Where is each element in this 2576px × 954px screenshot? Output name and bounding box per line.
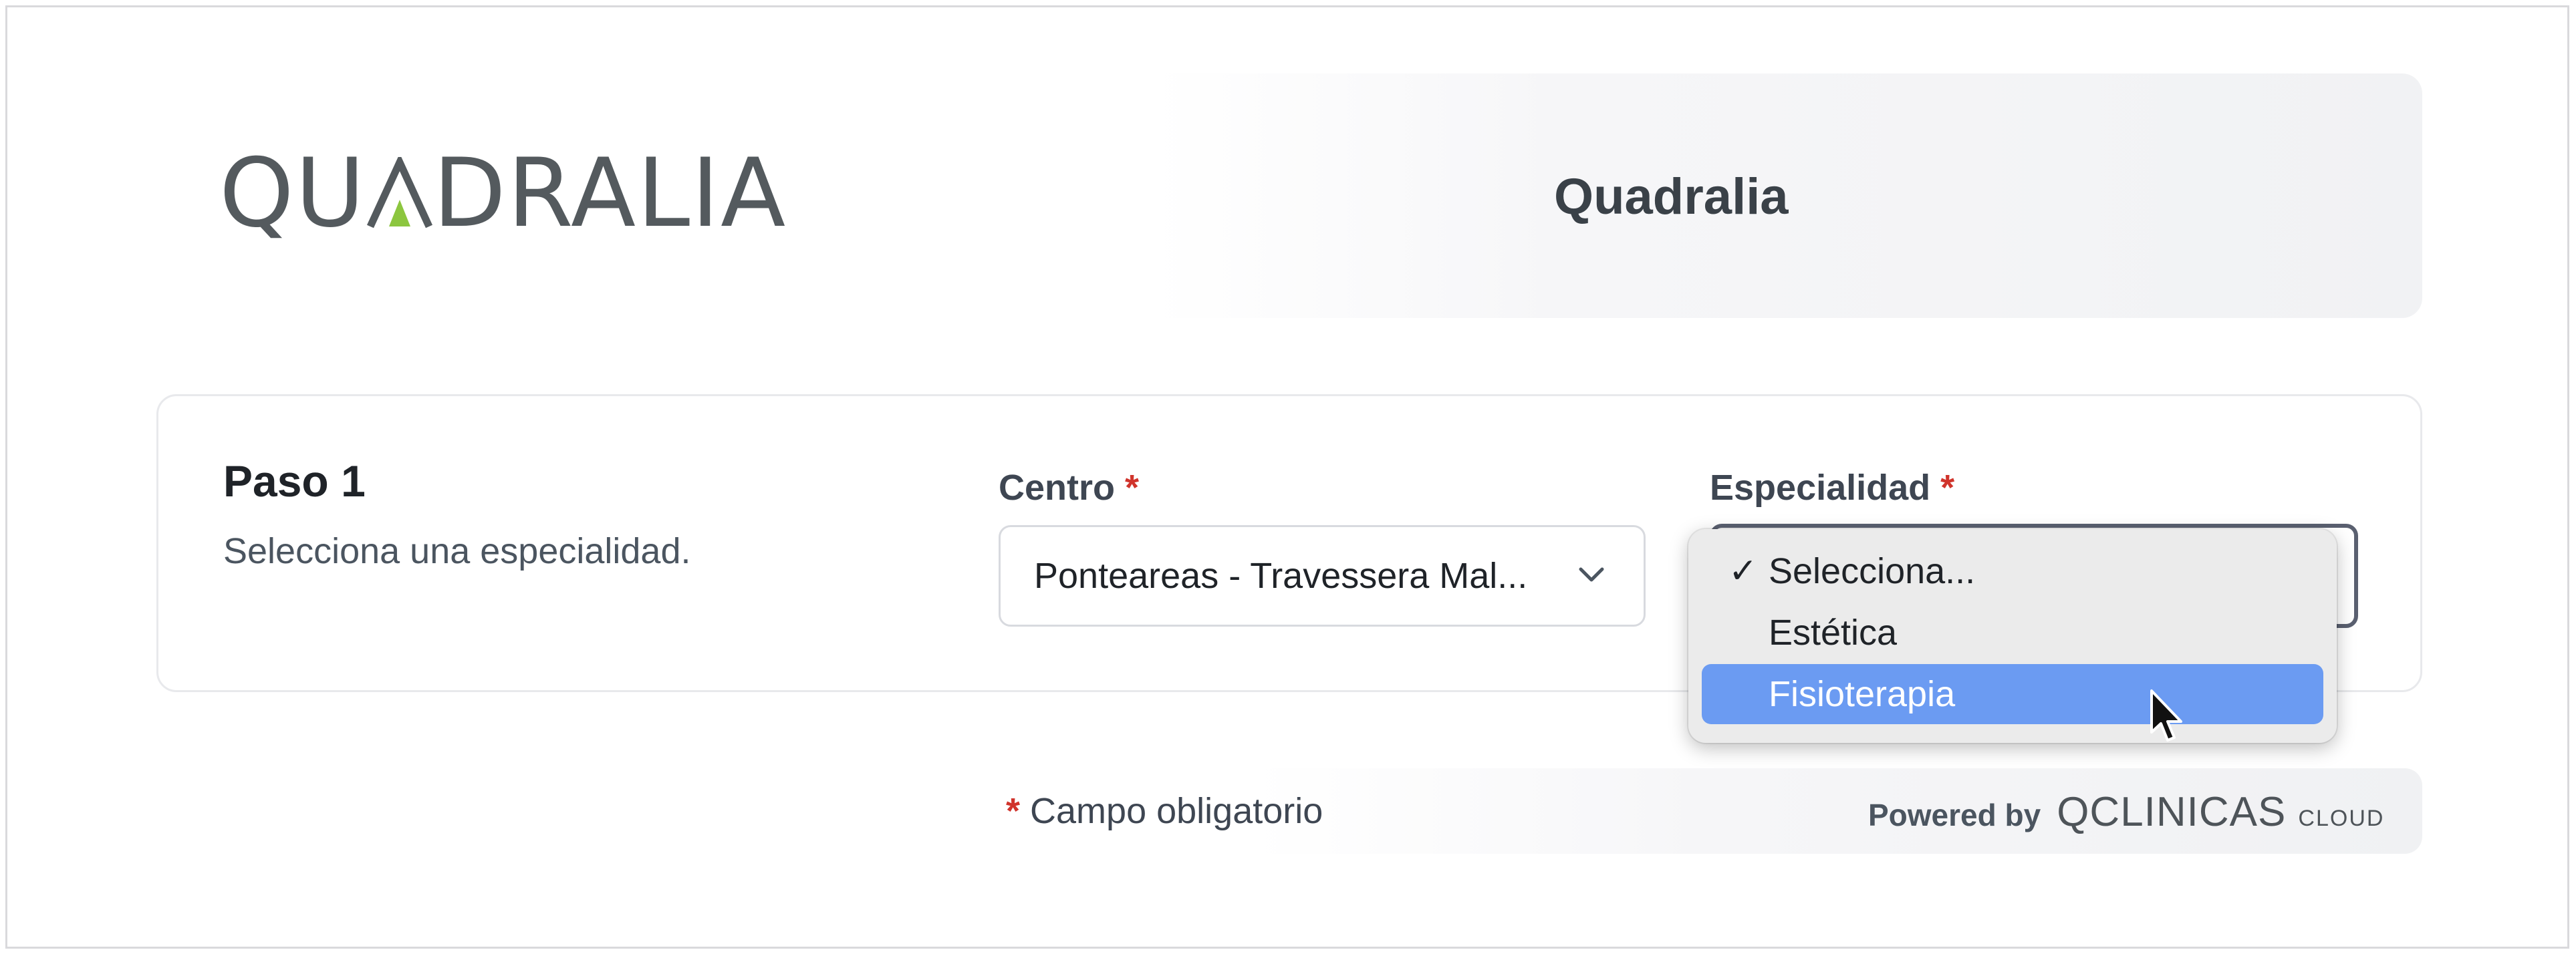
chevron-down-icon [1578, 567, 1605, 587]
mouse-cursor-icon [2149, 688, 2186, 748]
dropdown-option-selecciona[interactable]: ✓ Selecciona... [1702, 541, 2323, 601]
logo-text-end: DRALIA [432, 138, 787, 249]
option-label: Estética [1769, 613, 1898, 653]
centro-select[interactable]: Ponteareas - Travessera Mal... [999, 525, 1646, 627]
logo-a-glyph [366, 157, 433, 230]
required-asterisk: * [1006, 791, 1021, 831]
qclinicas-logo-text: QCLINICAS [2057, 789, 2287, 835]
checkmark-icon: ✓ [1728, 552, 1758, 591]
dropdown-option-fisioterapia[interactable]: Fisioterapia [1702, 664, 2323, 724]
especialidad-label-text: Especialidad [1710, 468, 1931, 508]
required-field-note: * Campo obligatorio [1006, 788, 1323, 834]
powered-by: Powered by QCLINICAS CLOUD [1868, 788, 2384, 835]
centro-label: Centro * [999, 464, 1139, 511]
step-description: Selecciona una especialidad. [223, 531, 691, 571]
required-asterisk: * [1940, 468, 1955, 508]
especialidad-label: Especialidad * [1710, 464, 1954, 511]
especialidad-dropdown-menu: ✓ Selecciona... Estética Fisioterapia [1688, 529, 2337, 743]
quadralia-logo: QU DRALIA [219, 146, 787, 241]
dropdown-option-estetica[interactable]: Estética [1702, 603, 2323, 663]
centro-label-text: Centro [999, 468, 1115, 508]
powered-by-label: Powered by [1868, 798, 2041, 832]
logo-text-start: QU [219, 138, 366, 249]
centro-select-value: Ponteareas - Travessera Mal... [1034, 556, 1528, 596]
required-asterisk: * [1125, 468, 1140, 508]
page-title: Quadralia [1554, 168, 1789, 225]
qclinicas-logo-suffix: CLOUD [2298, 806, 2385, 831]
required-note-text: Campo obligatorio [1030, 791, 1323, 831]
option-label: Fisioterapia [1769, 674, 1956, 714]
step-title: Paso 1 [223, 456, 366, 506]
option-label: Selecciona... [1769, 551, 1976, 591]
